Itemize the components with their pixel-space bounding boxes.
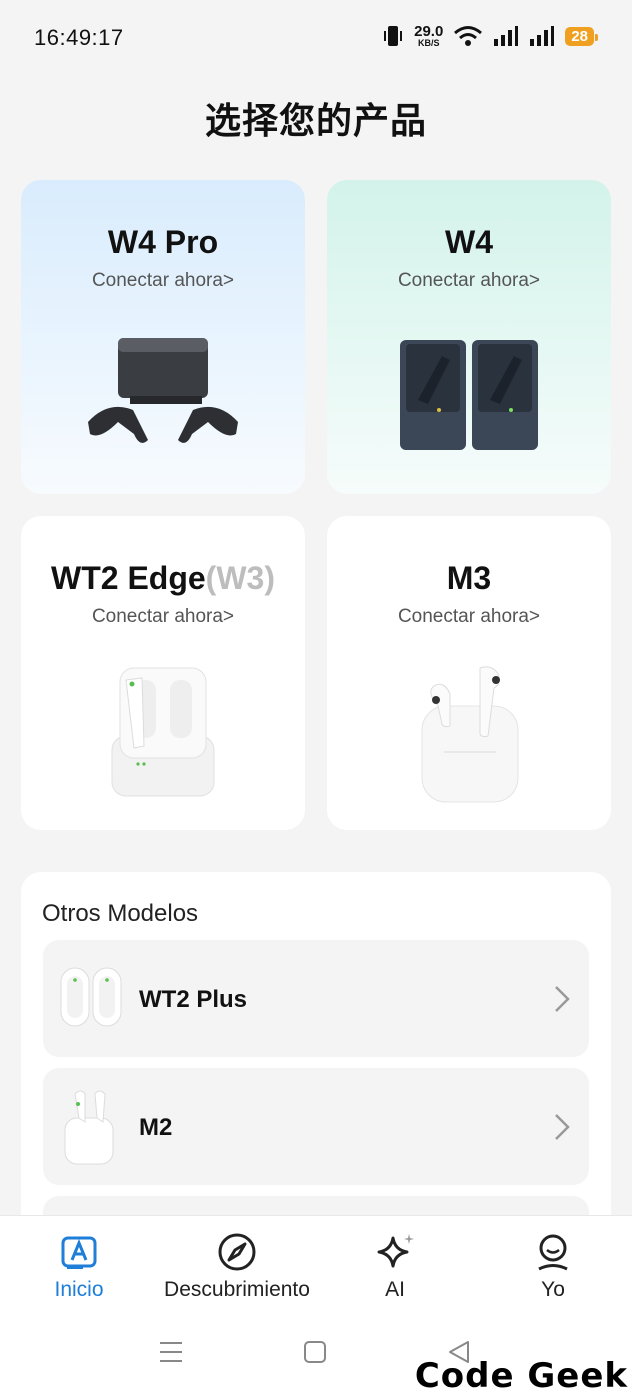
menu-icon[interactable]	[158, 1340, 184, 1364]
tab-label: Inicio	[54, 1278, 104, 1301]
connect-link[interactable]: Conectar ahora>	[327, 270, 611, 292]
signal-icon	[494, 26, 519, 46]
product-card-wt2-edge[interactable]: WT2 Edge(W3) Conectar ahora>	[21, 516, 305, 830]
product-card-w4-pro[interactable]: W4 Pro Conectar ahora>	[21, 180, 305, 494]
other-models-title: Otros Modelos	[42, 900, 199, 927]
product-name-suffix: (W3)	[205, 560, 275, 596]
other-models-section: Otros Modelos WT2 Plus M2	[21, 872, 611, 1222]
model-name: WT2 Plus	[139, 986, 248, 1013]
tab-label: Descubrimiento	[164, 1278, 310, 1301]
w4-image	[400, 340, 538, 450]
status-time: 16:49:17	[34, 25, 124, 50]
chevron-right-icon	[555, 1114, 570, 1140]
connect-link[interactable]: Conectar ahora>	[21, 270, 305, 292]
wt2-plus-image	[60, 967, 122, 1027]
status-icons: 29.0 KB/S 28	[382, 24, 598, 48]
wifi-icon	[454, 26, 483, 46]
m3-image	[421, 666, 519, 803]
page-title: 选择您的产品	[204, 100, 427, 141]
speed-value: 29.0	[414, 23, 444, 40]
product-card-m3[interactable]: M3 Conectar ahora>	[327, 516, 611, 830]
product-name: W4 Pro	[107, 224, 219, 260]
product-card-w4[interactable]: W4 Conectar ahora>	[327, 180, 611, 494]
watermark: Code Geek	[414, 1356, 628, 1390]
product-name: M3	[446, 560, 492, 596]
chevron-right-icon	[555, 986, 570, 1012]
network-speed: 29.0 KB/S	[414, 24, 443, 48]
connect-link[interactable]: Conectar ahora>	[21, 606, 305, 628]
w4-pro-image	[88, 338, 238, 443]
model-name: M2	[139, 1114, 173, 1141]
list-item-wt2-plus[interactable]: WT2 Plus	[43, 940, 589, 1057]
tab-yo[interactable]: Yo	[453, 1232, 632, 1302]
home-button-icon[interactable]	[302, 1340, 328, 1364]
vibrate-icon	[384, 26, 403, 46]
tab-label: Yo	[541, 1278, 565, 1301]
battery-icon: 28	[565, 26, 598, 46]
product-name: WT2 Edge(W3)	[21, 560, 305, 597]
list-item-m2[interactable]: M2	[43, 1068, 589, 1185]
signal-icon	[530, 26, 555, 46]
product-name: W4	[445, 224, 493, 260]
product-name-main: WT2 Edge	[51, 560, 206, 596]
home-a-icon	[61, 1236, 97, 1269]
bottom-nav: Inicio Descubrimiento AI Yo Code Geek	[0, 1215, 632, 1390]
m2-image	[64, 1090, 114, 1165]
wt2-edge-image	[111, 667, 215, 797]
tab-label: AI	[385, 1278, 405, 1301]
status-bar: 16:49:17 29.0 KB/S 28	[0, 0, 632, 76]
connect-link[interactable]: Conectar ahora>	[327, 606, 611, 628]
compass-icon	[218, 1233, 256, 1271]
speed-unit: KB/S	[417, 38, 440, 48]
profile-icon	[538, 1234, 568, 1271]
sparkle-icon	[377, 1234, 414, 1268]
